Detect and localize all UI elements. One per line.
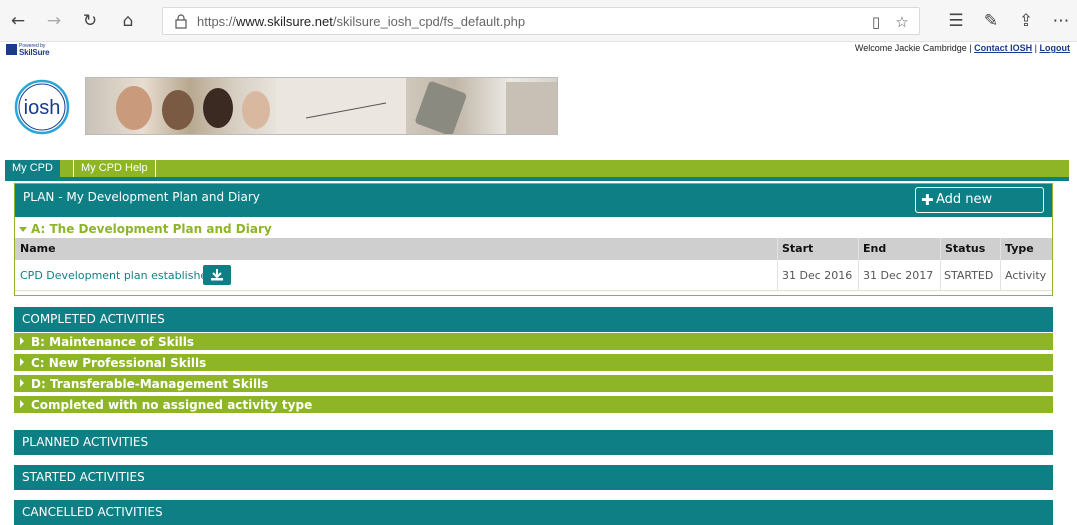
- address-bar[interactable]: https://www.skilsure.net/skilsure_iosh_c…: [162, 7, 920, 35]
- tab-my-cpd-help[interactable]: My CPD Help: [73, 160, 156, 177]
- caret-right-icon: [20, 379, 24, 387]
- add-new-activity-button[interactable]: ✚ Add new activity: [915, 187, 1044, 231]
- caret-right-icon: [20, 358, 24, 366]
- logout-link[interactable]: Logout: [1040, 43, 1071, 53]
- activity-name-link[interactable]: CPD Development plan established: [20, 260, 214, 291]
- started-activities-header[interactable]: STARTED ACTIVITIES: [14, 465, 1053, 490]
- caret-right-icon: [20, 337, 24, 345]
- tab-bar: My CPD My CPD Help: [5, 160, 1069, 177]
- browser-toolbar: ← → ↻ ⌂ https://www.skilsure.net/skilsur…: [0, 0, 1077, 42]
- banner-image: [85, 77, 558, 135]
- col-name[interactable]: Name: [20, 238, 56, 260]
- forward-icon[interactable]: →: [42, 9, 66, 33]
- section-a-toggle[interactable]: A: The Development Plan and Diary: [15, 220, 1052, 238]
- section-d-toggle[interactable]: D: Transferable-Management Skills: [14, 375, 1053, 394]
- section-label: C: New Professional Skills: [31, 356, 207, 370]
- welcome-bar: Welcome Jackie Cambridge | Contact IOSH …: [855, 43, 1070, 53]
- caret-down-icon: [19, 227, 27, 232]
- iosh-logo: iosh: [14, 79, 70, 135]
- contact-link[interactable]: Contact IOSH: [974, 43, 1032, 53]
- pen-notes-icon[interactable]: ✎: [979, 9, 1003, 33]
- svg-text:iosh: iosh: [24, 97, 61, 119]
- more-menu-icon[interactable]: ⋯: [1049, 9, 1073, 33]
- end-date: 31 Dec 2017: [863, 269, 934, 282]
- banner-photo-collage: [116, 78, 557, 134]
- download-icon: [211, 269, 223, 281]
- share-icon[interactable]: ⇪: [1014, 9, 1038, 33]
- lock-icon: [175, 14, 187, 29]
- section-label: B: Maintenance of Skills: [31, 335, 195, 349]
- table-row: CPD Development plan established 31 Dec …: [15, 260, 1052, 291]
- type-text: Activity: [1005, 269, 1047, 282]
- col-start[interactable]: Start: [782, 238, 813, 260]
- favorites-list-icon[interactable]: ☰: [944, 9, 968, 33]
- skilsure-mark-icon: [6, 44, 17, 55]
- download-button[interactable]: [203, 265, 231, 285]
- tab-underline: [5, 177, 1069, 181]
- section-unassigned-toggle[interactable]: Completed with no assigned activity type: [14, 396, 1053, 415]
- section-label: Completed with no assigned activity type: [31, 398, 313, 412]
- section-c-toggle[interactable]: C: New Professional Skills: [14, 354, 1053, 373]
- refresh-icon[interactable]: ↻: [78, 9, 102, 33]
- section-b-toggle[interactable]: B: Maintenance of Skills: [14, 333, 1053, 352]
- caret-right-icon: [20, 400, 24, 408]
- table-header: Name Start End Status Type: [15, 238, 1052, 260]
- cancelled-activities-header[interactable]: CANCELLED ACTIVITIES: [14, 500, 1053, 525]
- plus-icon: ✚: [921, 191, 934, 209]
- completed-activities-header[interactable]: COMPLETED ACTIVITIES: [14, 307, 1053, 332]
- col-type[interactable]: Type: [1005, 238, 1034, 260]
- home-icon[interactable]: ⌂: [116, 9, 140, 33]
- back-icon[interactable]: ←: [6, 9, 30, 33]
- plan-panel: PLAN - My Development Plan and Diary ✚ A…: [14, 183, 1053, 296]
- start-date: 31 Dec 2016: [782, 269, 853, 282]
- status-text: STARTED: [944, 269, 994, 282]
- powered-by-logo: Powered by SkilSure: [6, 43, 56, 57]
- url-text: https://www.skilsure.net/skilsure_iosh_c…: [197, 14, 526, 29]
- col-end[interactable]: End: [863, 238, 886, 260]
- welcome-text: Welcome Jackie Cambridge |: [854, 43, 972, 53]
- section-label: D: Transferable-Management Skills: [31, 377, 269, 391]
- col-status[interactable]: Status: [945, 238, 985, 260]
- reading-view-icon[interactable]: ▯: [866, 12, 886, 32]
- separator: |: [1034, 43, 1037, 53]
- tab-my-cpd[interactable]: My CPD: [5, 160, 60, 177]
- planned-activities-header[interactable]: PLANNED ACTIVITIES: [14, 430, 1053, 455]
- skilsure-logo-text: SkilSure: [19, 48, 50, 57]
- section-a-label: A: The Development Plan and Diary: [31, 222, 272, 236]
- plan-title: PLAN - My Development Plan and Diary: [23, 190, 260, 204]
- favorite-star-icon[interactable]: ☆: [892, 12, 912, 32]
- plan-header: PLAN - My Development Plan and Diary ✚ A…: [15, 184, 1052, 231]
